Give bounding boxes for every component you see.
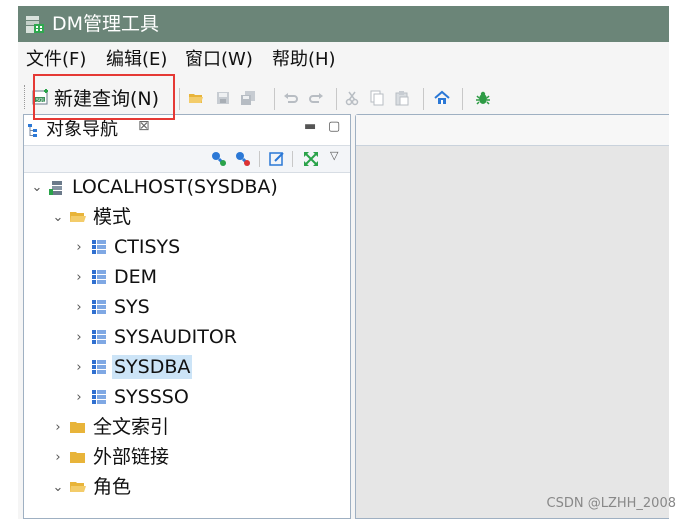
tree-node-dem[interactable]: › DEM: [72, 263, 159, 291]
tree-node-label: CTISYS: [114, 236, 181, 258]
chevron-down-icon[interactable]: ⌄: [51, 210, 65, 225]
view-menu-chevron-icon[interactable]: ▽: [330, 149, 338, 162]
tree-node-sys[interactable]: › SYS: [72, 293, 152, 321]
chevron-right-icon[interactable]: ›: [72, 330, 86, 345]
tree-node-label: SYS: [114, 296, 150, 318]
editor-body: [356, 146, 669, 518]
window-title: DM管理工具: [52, 13, 160, 35]
tree-node-schemas[interactable]: ⌄ 模式: [51, 203, 133, 231]
tree-node-label: 角色: [93, 476, 132, 498]
toolbar-separator: [462, 88, 463, 110]
tree-node-fulltext-index[interactable]: › 全文索引: [51, 413, 171, 441]
schema-icon: [92, 300, 106, 314]
save-all-icon[interactable]: [240, 90, 256, 106]
tree-node-roles[interactable]: ⌄ 角色: [51, 473, 133, 501]
tree-node-label: 全文索引: [93, 416, 170, 438]
object-navigator-panel: 对象导航 ⊠ ▬ ▢ ▽ ⌄ LOCALHOST(SYSDBA) ⌄ 模式 › …: [23, 114, 351, 519]
menu-help[interactable]: 帮助(H): [272, 48, 336, 72]
tree-node-sysauditor[interactable]: › SYSAUDITOR: [72, 323, 239, 351]
chevron-right-icon[interactable]: ›: [72, 390, 86, 405]
debug-bug-icon[interactable]: [475, 90, 491, 106]
chevron-right-icon[interactable]: ›: [51, 450, 65, 465]
editor-tab-strip: [356, 115, 669, 146]
menu-edit[interactable]: 编辑(E): [106, 48, 167, 72]
tree-node-label: SYSAUDITOR: [114, 326, 237, 348]
undo-icon[interactable]: [283, 90, 299, 106]
open-folder-icon[interactable]: [188, 90, 204, 106]
connect-icon[interactable]: [210, 150, 228, 168]
toolbar-separator: [336, 88, 337, 110]
tree-node-label: SYSSSO: [114, 386, 189, 408]
menu-bar: 文件(F) 编辑(E) 窗口(W) 帮助(H): [18, 46, 669, 74]
redo-icon[interactable]: [308, 90, 324, 106]
schema-icon: [92, 270, 106, 284]
folder-open-icon: [70, 482, 86, 492]
chevron-down-icon[interactable]: ⌄: [30, 180, 44, 195]
folder-open-icon: [70, 212, 86, 222]
schema-icon: [92, 330, 106, 344]
app-window: DM管理工具 文件(F) 编辑(E) 窗口(W) 帮助(H) SQL 新建查询(…: [18, 6, 669, 519]
edit-icon[interactable]: [268, 150, 286, 168]
schema-icon: [92, 240, 106, 254]
navigator-toolbar: ▽: [24, 145, 350, 173]
folder-icon: [70, 422, 85, 433]
tree-node-localhost[interactable]: ⌄ LOCALHOST(SYSDBA): [30, 173, 280, 201]
save-icon[interactable]: [215, 90, 231, 106]
schema-icon: [92, 360, 106, 374]
toolbar-separator: [423, 88, 424, 110]
watermark: CSDN @LZHH_2008: [546, 496, 676, 511]
paste-icon[interactable]: [394, 90, 410, 106]
object-navigator-title: 对象导航: [46, 119, 118, 140]
chevron-right-icon[interactable]: ›: [51, 420, 65, 435]
navigator-tree-icon: [28, 124, 37, 137]
tree-node-ctisys[interactable]: › CTISYS: [72, 233, 182, 261]
tab-close-icon[interactable]: ⊠: [138, 118, 150, 134]
chevron-right-icon[interactable]: ›: [72, 300, 86, 315]
server-icon: [49, 181, 62, 195]
highlight-box: [33, 74, 175, 120]
chevron-right-icon[interactable]: ›: [72, 270, 86, 285]
tree-node-sysdba[interactable]: › SYSDBA: [72, 353, 193, 381]
app-icon: [26, 16, 44, 33]
disconnect-icon[interactable]: [234, 150, 252, 168]
minimize-icon[interactable]: ▬: [304, 119, 316, 134]
copy-icon[interactable]: [369, 90, 385, 106]
tree-node-label: 模式: [93, 206, 132, 228]
schema-icon: [92, 390, 106, 404]
tree-node-sysso[interactable]: › SYSSSO: [72, 383, 191, 411]
tools-separator: [259, 151, 260, 167]
tools-separator: [292, 151, 293, 167]
title-bar: DM管理工具: [18, 6, 669, 42]
toolbar-separator: [179, 88, 180, 110]
tree-node-label: DEM: [114, 266, 158, 288]
menu-window[interactable]: 窗口(W): [185, 48, 253, 72]
cut-icon[interactable]: [344, 90, 360, 106]
chevron-down-icon[interactable]: ⌄: [51, 480, 65, 495]
toolbar-separator: [274, 88, 275, 110]
tree-node-label: 外部链接: [93, 446, 170, 468]
chevron-right-icon[interactable]: ›: [72, 360, 86, 375]
chevron-right-icon[interactable]: ›: [72, 240, 86, 255]
tree-node-label: LOCALHOST(SYSDBA): [72, 176, 278, 198]
folder-icon: [70, 452, 85, 463]
menu-file[interactable]: 文件(F): [26, 48, 86, 72]
tree-node-external-links[interactable]: › 外部链接: [51, 443, 171, 471]
maximize-icon[interactable]: ▢: [328, 119, 340, 134]
home-icon[interactable]: [434, 90, 450, 106]
editor-area: [355, 114, 669, 519]
toolbar-grip[interactable]: [24, 85, 27, 109]
tree-node-label: SYSDBA: [112, 355, 193, 379]
expand-all-icon[interactable]: [302, 150, 320, 168]
